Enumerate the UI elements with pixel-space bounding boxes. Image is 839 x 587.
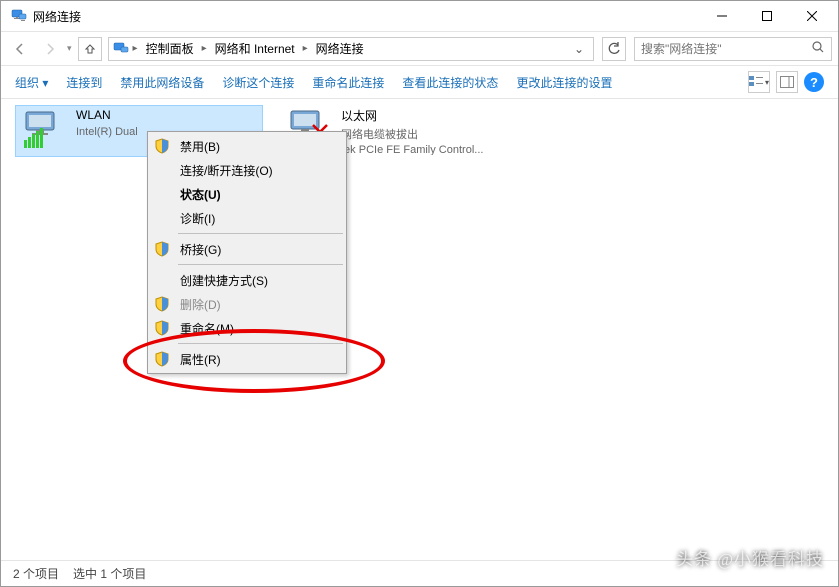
maximize-button[interactable]	[744, 2, 789, 30]
toolbar-status[interactable]: 查看此连接的状态	[402, 74, 498, 91]
adapter-name: WLAN	[76, 108, 138, 122]
shield-icon	[152, 239, 172, 259]
toolbar-settings[interactable]: 更改此连接的设置	[516, 74, 612, 91]
window-controls	[699, 2, 834, 30]
ctx-label: 重命名(M)	[180, 320, 338, 337]
search-input[interactable]	[641, 42, 811, 56]
adapter-driver: Intel(R) Dual	[76, 126, 138, 138]
separator	[178, 233, 343, 234]
item-count: 2 个项目	[13, 565, 59, 582]
ctx-label: 创建快捷方式(S)	[180, 272, 338, 289]
search-icon[interactable]	[811, 40, 825, 57]
wlan-adapter-icon	[20, 110, 68, 150]
ctx-label: 属性(R)	[180, 351, 338, 368]
view-options-button[interactable]: ▾	[748, 71, 770, 93]
breadcrumb-item[interactable]: 控制面板	[142, 40, 198, 57]
ctx-status[interactable]: 状态(U)	[150, 182, 344, 206]
toolbar-diagnose[interactable]: 诊断这个连接	[222, 74, 294, 91]
ctx-delete[interactable]: 删除(D)	[150, 292, 344, 316]
shield-icon	[152, 318, 172, 338]
content-area: WLAN Intel(R) Dual 以太网 网络电缆被拔出 tek PCIe …	[1, 99, 838, 560]
close-button[interactable]	[789, 2, 834, 30]
history-dropdown-icon[interactable]: ▾	[67, 43, 72, 54]
toolbar-disable[interactable]: 禁用此网络设备	[120, 74, 204, 91]
window-title: 网络连接	[33, 8, 699, 25]
ctx-rename[interactable]: 重命名(M)	[150, 316, 344, 340]
ctx-label: 删除(D)	[180, 296, 338, 313]
refresh-button[interactable]	[602, 37, 626, 61]
preview-pane-button[interactable]	[776, 71, 798, 93]
help-button[interactable]: ?	[804, 72, 824, 92]
adapter-name: 以太网	[341, 107, 483, 124]
ctx-label: 连接/断开连接(O)	[180, 162, 338, 179]
back-button[interactable]	[7, 36, 33, 62]
chevron-right-icon: ▸	[200, 43, 209, 54]
organize-menu[interactable]: 组织 ▾	[15, 74, 48, 91]
adapter-status: 网络电缆被拔出	[341, 126, 483, 142]
chevron-right-icon: ▸	[131, 43, 140, 54]
up-button[interactable]	[78, 37, 102, 61]
separator	[178, 343, 343, 344]
ctx-shortcut[interactable]: 创建快捷方式(S)	[150, 268, 344, 292]
separator	[178, 264, 343, 265]
toolbar-connect[interactable]: 连接到	[66, 74, 102, 91]
ctx-diagnose[interactable]: 诊断(I)	[150, 206, 344, 230]
minimize-button[interactable]	[699, 2, 744, 30]
ctx-properties[interactable]: 属性(R)	[150, 347, 344, 371]
breadcrumb-item[interactable]: 网络和 Internet	[211, 40, 299, 57]
ctx-label: 诊断(I)	[180, 210, 338, 227]
ctx-disable[interactable]: 禁用(B)	[150, 134, 344, 158]
ctx-label: 桥接(G)	[180, 241, 338, 258]
breadcrumb[interactable]: ▸ 控制面板 ▸ 网络和 Internet ▸ 网络连接 ⌄	[108, 37, 594, 61]
titlebar: 网络连接	[1, 1, 838, 31]
breadcrumb-icon	[113, 41, 129, 57]
breadcrumb-item[interactable]: 网络连接	[312, 40, 368, 57]
navbar: ▾ ▸ 控制面板 ▸ 网络和 Internet ▸ 网络连接 ⌄	[1, 31, 838, 65]
shield-icon	[152, 349, 172, 369]
chevron-right-icon: ▸	[301, 43, 310, 54]
ctx-connect[interactable]: 连接/断开连接(O)	[150, 158, 344, 182]
search-box[interactable]	[634, 37, 832, 61]
shield-icon	[152, 294, 172, 314]
adapter-driver: tek PCIe FE Family Control...	[341, 144, 483, 155]
context-menu: 禁用(B) 连接/断开连接(O) 状态(U) 诊断(I) 桥接(G) 创建快捷方…	[147, 131, 347, 374]
ctx-label: 禁用(B)	[180, 138, 338, 155]
breadcrumb-dropdown-icon[interactable]: ⌄	[569, 42, 589, 56]
watermark: 头条 @小猴看科技	[676, 545, 824, 570]
toolbar: 组织 ▾ 连接到 禁用此网络设备 诊断这个连接 重命名此连接 查看此连接的状态 …	[1, 65, 838, 99]
app-icon	[11, 8, 27, 24]
forward-button[interactable]	[37, 36, 63, 62]
ctx-label: 状态(U)	[180, 186, 338, 203]
ctx-bridge[interactable]: 桥接(G)	[150, 237, 344, 261]
toolbar-rename[interactable]: 重命名此连接	[312, 74, 384, 91]
shield-icon	[152, 136, 172, 156]
selection-count: 选中 1 个项目	[73, 565, 146, 582]
